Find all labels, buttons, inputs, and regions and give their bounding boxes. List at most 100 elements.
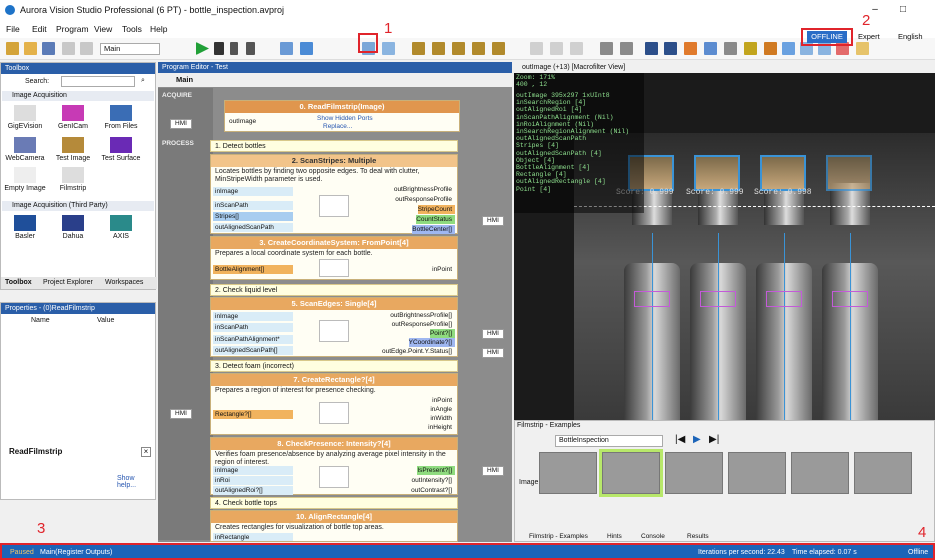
tab-toolbox[interactable]: Toolbox xyxy=(5,279,32,286)
tab-filmstrip[interactable]: Filmstrip - Examples xyxy=(529,533,588,540)
overlay-item[interactable]: BottleAlignment [4] xyxy=(516,164,629,171)
stop-icon[interactable] xyxy=(246,42,255,55)
port-out[interactable]: outResponseProfile xyxy=(395,195,455,204)
port-in[interactable]: outAlignedScanPath xyxy=(213,223,293,232)
filter-createrectangle[interactable]: 7. CreateRectangle?[4] Prepares a region… xyxy=(210,373,458,435)
port-out[interactable]: Point?[] xyxy=(429,329,455,338)
port-in[interactable]: BottleAlignment[] xyxy=(213,265,293,274)
menu-program[interactable]: Program xyxy=(56,24,89,34)
replace-link[interactable]: Replace... xyxy=(323,123,352,130)
overlay-item[interactable]: outAlignedRectangle [4] xyxy=(516,178,629,185)
run-icon[interactable] xyxy=(196,42,209,55)
filter-checkpresence[interactable]: 8. CheckPresence: Intensity?[4] Verifies… xyxy=(210,437,458,495)
filmstrip-thumbnail[interactable] xyxy=(791,452,849,494)
comment-detect-bottles[interactable]: 1. Detect bottles xyxy=(210,140,458,152)
port-outimage[interactable]: outImage xyxy=(229,117,259,126)
filter-readfilmstrip[interactable]: 0. ReadFilmstrip(Image) outImage Show Hi… xyxy=(224,100,460,132)
port-in[interactable]: outAlignedScanPath[] xyxy=(213,346,293,355)
zoom-icon[interactable] xyxy=(664,42,677,55)
overlay-item[interactable]: outAlignedScanPath [4] xyxy=(516,150,629,157)
deploy-icon-2[interactable] xyxy=(432,42,445,55)
filmstrip-thumbnail[interactable] xyxy=(602,452,660,494)
step-into-icon[interactable] xyxy=(300,42,313,55)
filmstrip-thumbnail[interactable] xyxy=(665,452,723,494)
port-out[interactable]: outEdge.Point.Y.Status[] xyxy=(382,347,455,356)
port-in[interactable]: inScanPath xyxy=(213,201,293,210)
image-canvas[interactable]: Score: 0.999 Score: 0.999 Score: 0.998 Z… xyxy=(514,73,935,420)
port-out[interactable]: outResponseProfile[] xyxy=(392,320,455,329)
section-third-party[interactable]: Image Acquisition (Third Party) xyxy=(2,201,154,211)
overlay-item[interactable]: outImage 395x297 1xUInt8 xyxy=(516,92,629,99)
port-out[interactable]: StripeCount xyxy=(417,205,455,214)
overlay-item[interactable]: Point [4] xyxy=(516,186,629,193)
image-view[interactable]: outImage (+13) [Macrofilter View] Score:… xyxy=(514,62,935,420)
expert-label[interactable]: Expert xyxy=(858,32,880,41)
show-help-link[interactable]: Show help... xyxy=(117,475,155,489)
layout-icon-1[interactable] xyxy=(530,42,543,55)
hmi-marker[interactable]: HMI xyxy=(170,409,192,419)
port-out[interactable]: IsPresent?[] xyxy=(417,466,455,475)
help-icon[interactable] xyxy=(620,42,633,55)
filter-alignrectangle[interactable]: 10. AlignRectangle[4] Creates rectangles… xyxy=(210,510,458,542)
tab-main[interactable]: Main xyxy=(176,75,193,84)
port-out[interactable]: BottleCenter[] xyxy=(412,225,455,234)
tab-project-explorer[interactable]: Project Explorer xyxy=(43,279,93,286)
overlay-item[interactable]: Stripes [4] xyxy=(516,142,629,149)
search-input[interactable] xyxy=(61,76,135,87)
tab-console[interactable]: Console xyxy=(641,533,665,540)
tool-webcamera[interactable]: WebCamera xyxy=(3,137,47,162)
filter-scanedges[interactable]: 5. ScanEdges: Single[4] inImage inScanPa… xyxy=(210,297,458,357)
tab-workspaces[interactable]: Workspaces xyxy=(105,279,143,286)
deploy-icon-5[interactable] xyxy=(492,42,505,55)
pick-color-icon[interactable] xyxy=(684,42,697,55)
tool-empty-image[interactable]: Empty Image xyxy=(3,167,47,192)
port-out[interactable]: inHeight xyxy=(428,423,455,432)
program-select[interactable]: Main xyxy=(100,43,160,55)
fit-icon[interactable] xyxy=(782,42,795,55)
layout-icon-2[interactable] xyxy=(550,42,563,55)
port-out[interactable]: CountStatus xyxy=(416,215,455,224)
deploy-icon-4[interactable] xyxy=(472,42,485,55)
overlay-item[interactable]: Rectangle [4] xyxy=(516,171,629,178)
pause-icon[interactable] xyxy=(230,42,238,55)
pointer-icon[interactable] xyxy=(645,42,658,55)
maximize-button[interactable]: □ xyxy=(896,4,910,15)
port-out[interactable]: outBrightnessProfile xyxy=(394,185,455,194)
window-icon[interactable] xyxy=(856,42,869,55)
redo-icon[interactable] xyxy=(80,42,93,55)
undo-icon[interactable] xyxy=(62,42,75,55)
hmi-marker[interactable]: HMI xyxy=(482,216,504,226)
port-out[interactable]: outContrast?[] xyxy=(411,486,455,495)
overlay-item[interactable]: inSearchRegion [4] xyxy=(516,99,629,106)
hmi-marker[interactable]: HMI xyxy=(482,466,504,476)
overlay-item[interactable]: Object [4] xyxy=(516,157,629,164)
next-icon[interactable]: ▶| xyxy=(709,434,719,445)
comment-check-bottle-tops[interactable]: 4. Check bottle tops xyxy=(210,497,458,509)
search-icon[interactable]: ⌕ xyxy=(141,77,145,85)
comment-detect-foam[interactable]: 3. Detect foam (incorrect) xyxy=(210,360,458,372)
region-icon[interactable] xyxy=(704,42,717,55)
step-icon[interactable] xyxy=(214,42,224,55)
tool-basler[interactable]: Basler xyxy=(3,215,47,240)
port-out[interactable]: outIntensity?[] xyxy=(412,476,455,485)
port-out[interactable]: inPoint xyxy=(432,396,455,405)
port-in[interactable]: inRoi xyxy=(213,476,293,485)
play-icon[interactable]: ▶ xyxy=(693,434,701,445)
hmi-marker[interactable]: HMI xyxy=(482,329,504,339)
hmi-marker[interactable]: HMI xyxy=(170,119,192,129)
filmstrip-thumbnail[interactable] xyxy=(728,452,786,494)
arrows-icon[interactable] xyxy=(744,42,757,55)
port-in[interactable]: inImage xyxy=(213,312,293,321)
port-in[interactable]: outAlignedRoi?[] xyxy=(213,486,293,495)
deploy-icon-3[interactable] xyxy=(452,42,465,55)
tool-test-surface[interactable]: Test Surface xyxy=(99,137,143,162)
language-label[interactable]: English xyxy=(898,32,923,41)
tool-from-files[interactable]: From Files xyxy=(99,105,143,130)
section-image-acquisition[interactable]: Image Acquisition xyxy=(2,91,154,101)
tab-results[interactable]: Results xyxy=(687,533,709,540)
tab-hints[interactable]: Hints xyxy=(607,533,622,540)
menu-file[interactable]: File xyxy=(6,24,20,34)
port-out[interactable]: outBrightnessProfile[] xyxy=(390,311,455,320)
filter-scanstripes[interactable]: 2. ScanStripes: Multiple Locates bottles… xyxy=(210,154,458,234)
new-project-icon[interactable] xyxy=(6,42,19,55)
